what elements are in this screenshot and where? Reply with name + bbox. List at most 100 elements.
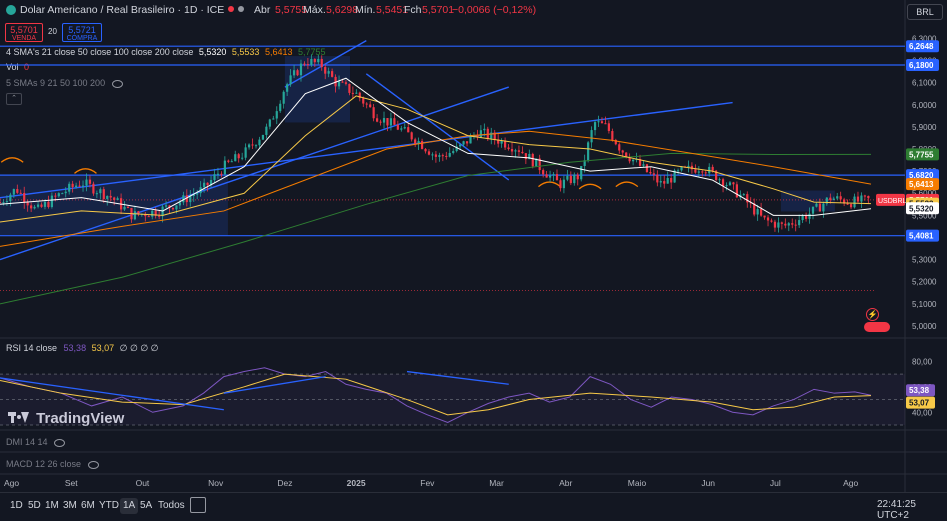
candle-body [365, 103, 368, 105]
price-tick-label: 6,1000 [912, 79, 937, 88]
rsi-axis[interactable]: 80,0060,0040,0053,3853,07 [906, 357, 935, 417]
time-tick-label: Dez [277, 478, 292, 488]
candle-body [386, 118, 389, 126]
candle-body [562, 179, 566, 189]
candle-body [244, 147, 247, 158]
price-marker-label: 5,4081 [909, 232, 934, 241]
candle-body [656, 174, 659, 183]
time-axis[interactable]: Ago Set Out Nov Dez 2025 Fev Mar Abr Maio Jun Jul Ag… [4, 478, 858, 488]
time-tick-label: Jul [770, 478, 781, 488]
candle-body [230, 161, 233, 163]
candle-body [171, 207, 175, 210]
price-marker-label: 6,1800 [909, 61, 934, 70]
candle-body [829, 197, 832, 200]
events-flags-icon[interactable] [864, 322, 890, 332]
candle-body [600, 121, 604, 124]
price-tick-label: 6,0000 [912, 101, 937, 110]
candle-body [247, 144, 251, 148]
timeframe-6m-button[interactable]: 6M [78, 498, 98, 514]
candle-body [676, 170, 680, 172]
candle-body [265, 126, 268, 135]
candle-body [642, 164, 645, 166]
timeframe-3m-button[interactable]: 3M [60, 498, 80, 514]
timeframe-ytd-button[interactable]: YTD [96, 498, 122, 514]
candle-body [811, 206, 815, 214]
candle-body [836, 196, 839, 199]
timeframe-5a-button[interactable]: 5A [137, 498, 155, 514]
symbol-tag-label: USDBRL [878, 198, 907, 205]
candle-body [559, 180, 562, 189]
candle-body [587, 142, 590, 161]
candle-body [756, 209, 759, 215]
candle-body [459, 144, 462, 147]
candle-body [2, 202, 5, 204]
timeframe-1a-button[interactable]: 1A [120, 498, 139, 514]
candle-body [649, 172, 652, 174]
time-tick-label: Ago [843, 478, 858, 488]
candle-body [725, 185, 728, 187]
candle-body [123, 206, 126, 210]
candle-body [621, 150, 624, 153]
price-tick-label: 5,9000 [912, 123, 937, 132]
candle-body [289, 75, 292, 85]
candle-body [632, 159, 635, 162]
range-zone [0, 175, 228, 236]
candle-body [158, 215, 161, 217]
candle-body [410, 132, 413, 140]
candle-body [261, 134, 265, 140]
price-marker-label: 5,7755 [909, 150, 934, 159]
candle-body [9, 194, 12, 202]
time-tick-label: Nov [208, 478, 224, 488]
candle-body [26, 202, 29, 206]
candle-body [5, 201, 9, 203]
candle-body [431, 154, 434, 156]
candle-body [846, 203, 849, 205]
candle-body [99, 189, 102, 194]
timeframe-1d-button[interactable]: 1D [7, 498, 26, 514]
candle-body [818, 203, 822, 212]
timeframe-bar: 1D 5D 1M 3M 6M YTD 1A 5A Todos 22:41:25 UTC+2 [0, 492, 947, 521]
candle-body [645, 164, 649, 173]
candle-body [670, 178, 673, 183]
candle-body [306, 64, 310, 66]
candle-body [164, 205, 168, 207]
candle-body [279, 103, 282, 112]
candle-body [434, 154, 438, 157]
candle-body [251, 144, 254, 146]
candle-body [299, 63, 303, 76]
candle-body [542, 170, 545, 175]
candle-body [611, 131, 614, 140]
calendar-icon[interactable] [190, 497, 206, 513]
candle-body [54, 195, 57, 197]
candle-body [296, 70, 299, 76]
candle-body [282, 91, 285, 104]
candle-body [694, 169, 697, 173]
lightning-icon[interactable]: ⚡ [866, 308, 879, 321]
candle-body [839, 196, 842, 200]
rsi-tick-label: 40,00 [912, 408, 933, 417]
candle-body [0, 202, 2, 204]
candle-body [486, 128, 489, 139]
candle-body [85, 179, 88, 186]
candle-body [424, 148, 427, 152]
candle-body [106, 195, 109, 199]
candle-body [57, 193, 60, 197]
candle-body [344, 82, 348, 84]
candle-body [303, 63, 306, 65]
candle-body [30, 205, 33, 209]
timeframe-todos-button[interactable]: Todos [155, 498, 188, 514]
candle-body [760, 209, 763, 216]
timeframe-5d-button[interactable]: 5D [25, 498, 44, 514]
time-tick-label: Fev [420, 478, 435, 488]
timeframe-1m-button[interactable]: 1M [42, 498, 62, 514]
price-axis[interactable]: 6,30006,20006,10006,00005,90005,80005,70… [876, 34, 939, 331]
candle-body [427, 151, 431, 155]
candle-body [580, 166, 583, 180]
candle-body [576, 174, 579, 180]
candle-body [652, 173, 655, 175]
candle-body [16, 189, 19, 193]
price-chart[interactable]: 6,30006,20006,10006,00005,90005,80005,70… [0, 0, 947, 492]
candle-body [341, 81, 344, 83]
candle-body [203, 182, 206, 188]
candle-body [607, 123, 610, 132]
